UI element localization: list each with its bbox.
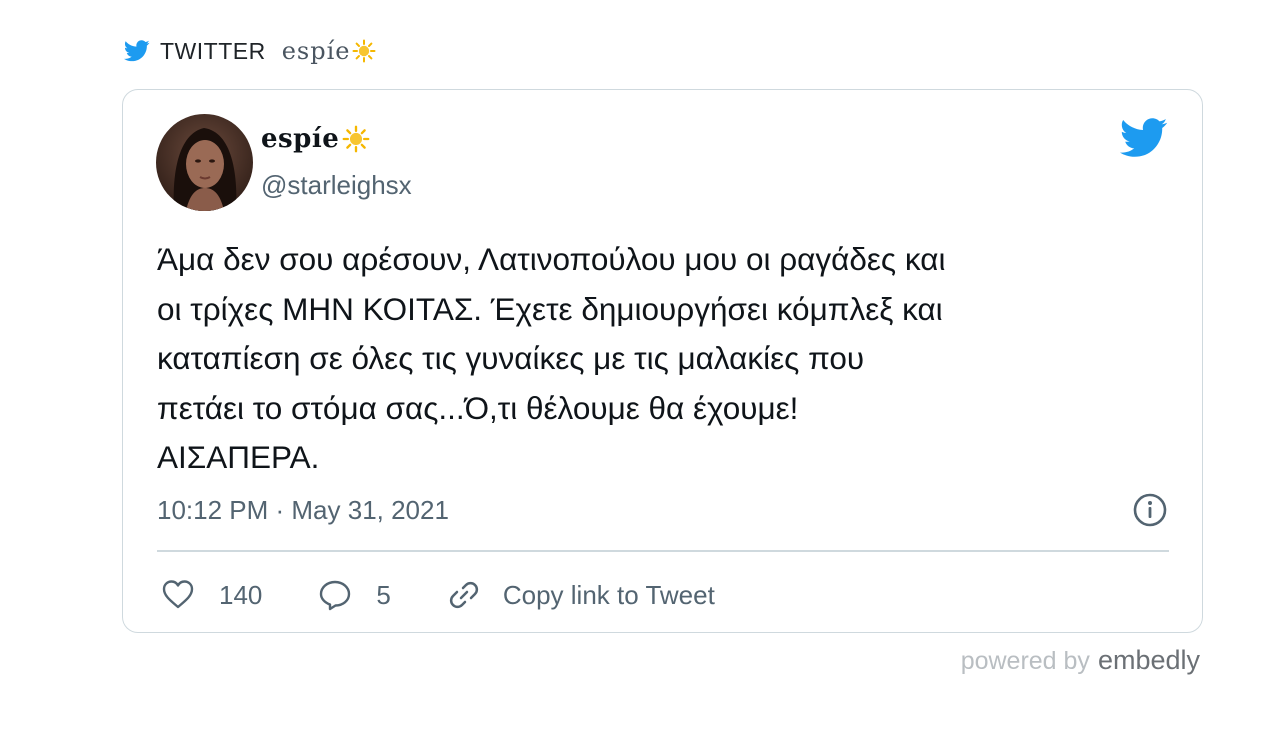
sun-emoji [342, 125, 370, 153]
copy-link-button[interactable]: Copy link to Tweet [447, 578, 715, 612]
source-author-name: espíe [281, 37, 351, 65]
tweet-text: Άμα δεν σου αρέσουν, Λατινοπούλου μου οι… [157, 241, 946, 475]
author-handle[interactable]: @starleighsx [261, 170, 412, 201]
copy-link-label: Copy link to Tweet [502, 579, 715, 610]
twitter-bird-icon [124, 40, 150, 62]
sun-emoji [352, 39, 376, 63]
embedly-brand: embedly [1097, 645, 1200, 675]
link-icon [449, 581, 478, 609]
reply-bubble-icon [320, 580, 351, 611]
heart-icon [162, 580, 194, 609]
reply-count: 5 [376, 579, 391, 610]
source-label: TWITTER [160, 37, 266, 64]
display-name-text: espíe [261, 124, 340, 154]
tweet-card[interactable]: espíe @starleighsx Άμα δεν σου αρέσουν, … [122, 89, 1203, 633]
powered-by-label: powered by [960, 647, 1090, 675]
tweet-actions: 140 5 Copy link to Tweet [161, 575, 771, 615]
twitter-logo-icon[interactable] [1120, 118, 1168, 158]
like-count: 140 [219, 579, 263, 610]
author-display-name[interactable]: espíe [261, 124, 370, 154]
avatar[interactable] [156, 114, 253, 211]
reply-button[interactable]: 5 [318, 578, 391, 612]
powered-by-embedly[interactable]: powered by embedly [961, 645, 1200, 676]
info-icon[interactable] [1132, 492, 1168, 528]
like-button[interactable]: 140 [161, 578, 262, 612]
embed-source-header: TWITTER espíe [124, 36, 376, 66]
divider [157, 550, 1169, 552]
tweet-timestamp[interactable]: 10:12 PM · May 31, 2021 [157, 495, 449, 526]
